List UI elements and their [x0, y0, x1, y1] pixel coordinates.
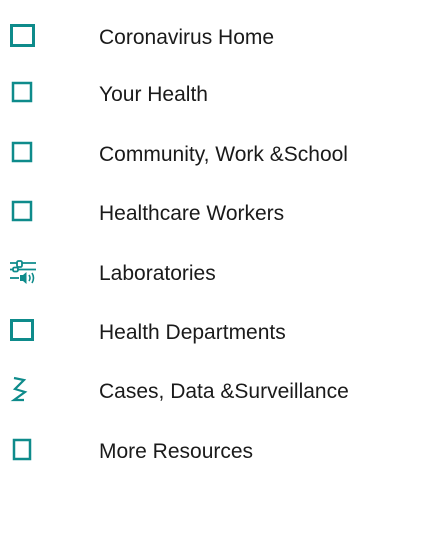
nav-item-label: Community, Work &School [99, 143, 348, 166]
home-icon [10, 18, 36, 58]
nav-item-label: Healthcare Workers [99, 202, 285, 225]
more-resources-icon [10, 432, 36, 472]
health-departments-icon [10, 313, 36, 353]
nav-item-label: Cases, Data &Surveillance [99, 380, 349, 403]
nav-item-coronavirus-home[interactable]: Coronavirus Home [0, 18, 440, 58]
nav-item-community-work-school[interactable]: Community, Work &School [0, 135, 440, 175]
nav-item-cases-data-surveillance[interactable]: Cases, Data &Surveillance [0, 372, 440, 412]
healthcare-workers-icon [10, 194, 36, 234]
nav-item-health-departments[interactable]: Health Departments [0, 313, 440, 353]
your-health-icon [10, 75, 36, 115]
nav-item-healthcare-workers[interactable]: Healthcare Workers [0, 194, 440, 234]
nav-item-your-health[interactable]: Your Health [0, 75, 440, 115]
nav-item-label: Your Health [99, 83, 208, 106]
nav-item-label: More Resources [99, 440, 254, 463]
cases-data-icon [10, 372, 36, 412]
nav-item-more-resources[interactable]: More Resources [0, 432, 440, 472]
nav-item-label: Laboratories [99, 262, 216, 285]
nav-item-laboratories[interactable]: Laboratories [0, 254, 440, 294]
nav-item-label: Health Departments [99, 321, 286, 344]
covid-nav-menu: Coronavirus Home Your Health Community, … [0, 0, 440, 560]
community-icon [10, 135, 36, 175]
laboratories-icon [10, 254, 36, 294]
nav-item-label: Coronavirus Home [99, 26, 275, 49]
